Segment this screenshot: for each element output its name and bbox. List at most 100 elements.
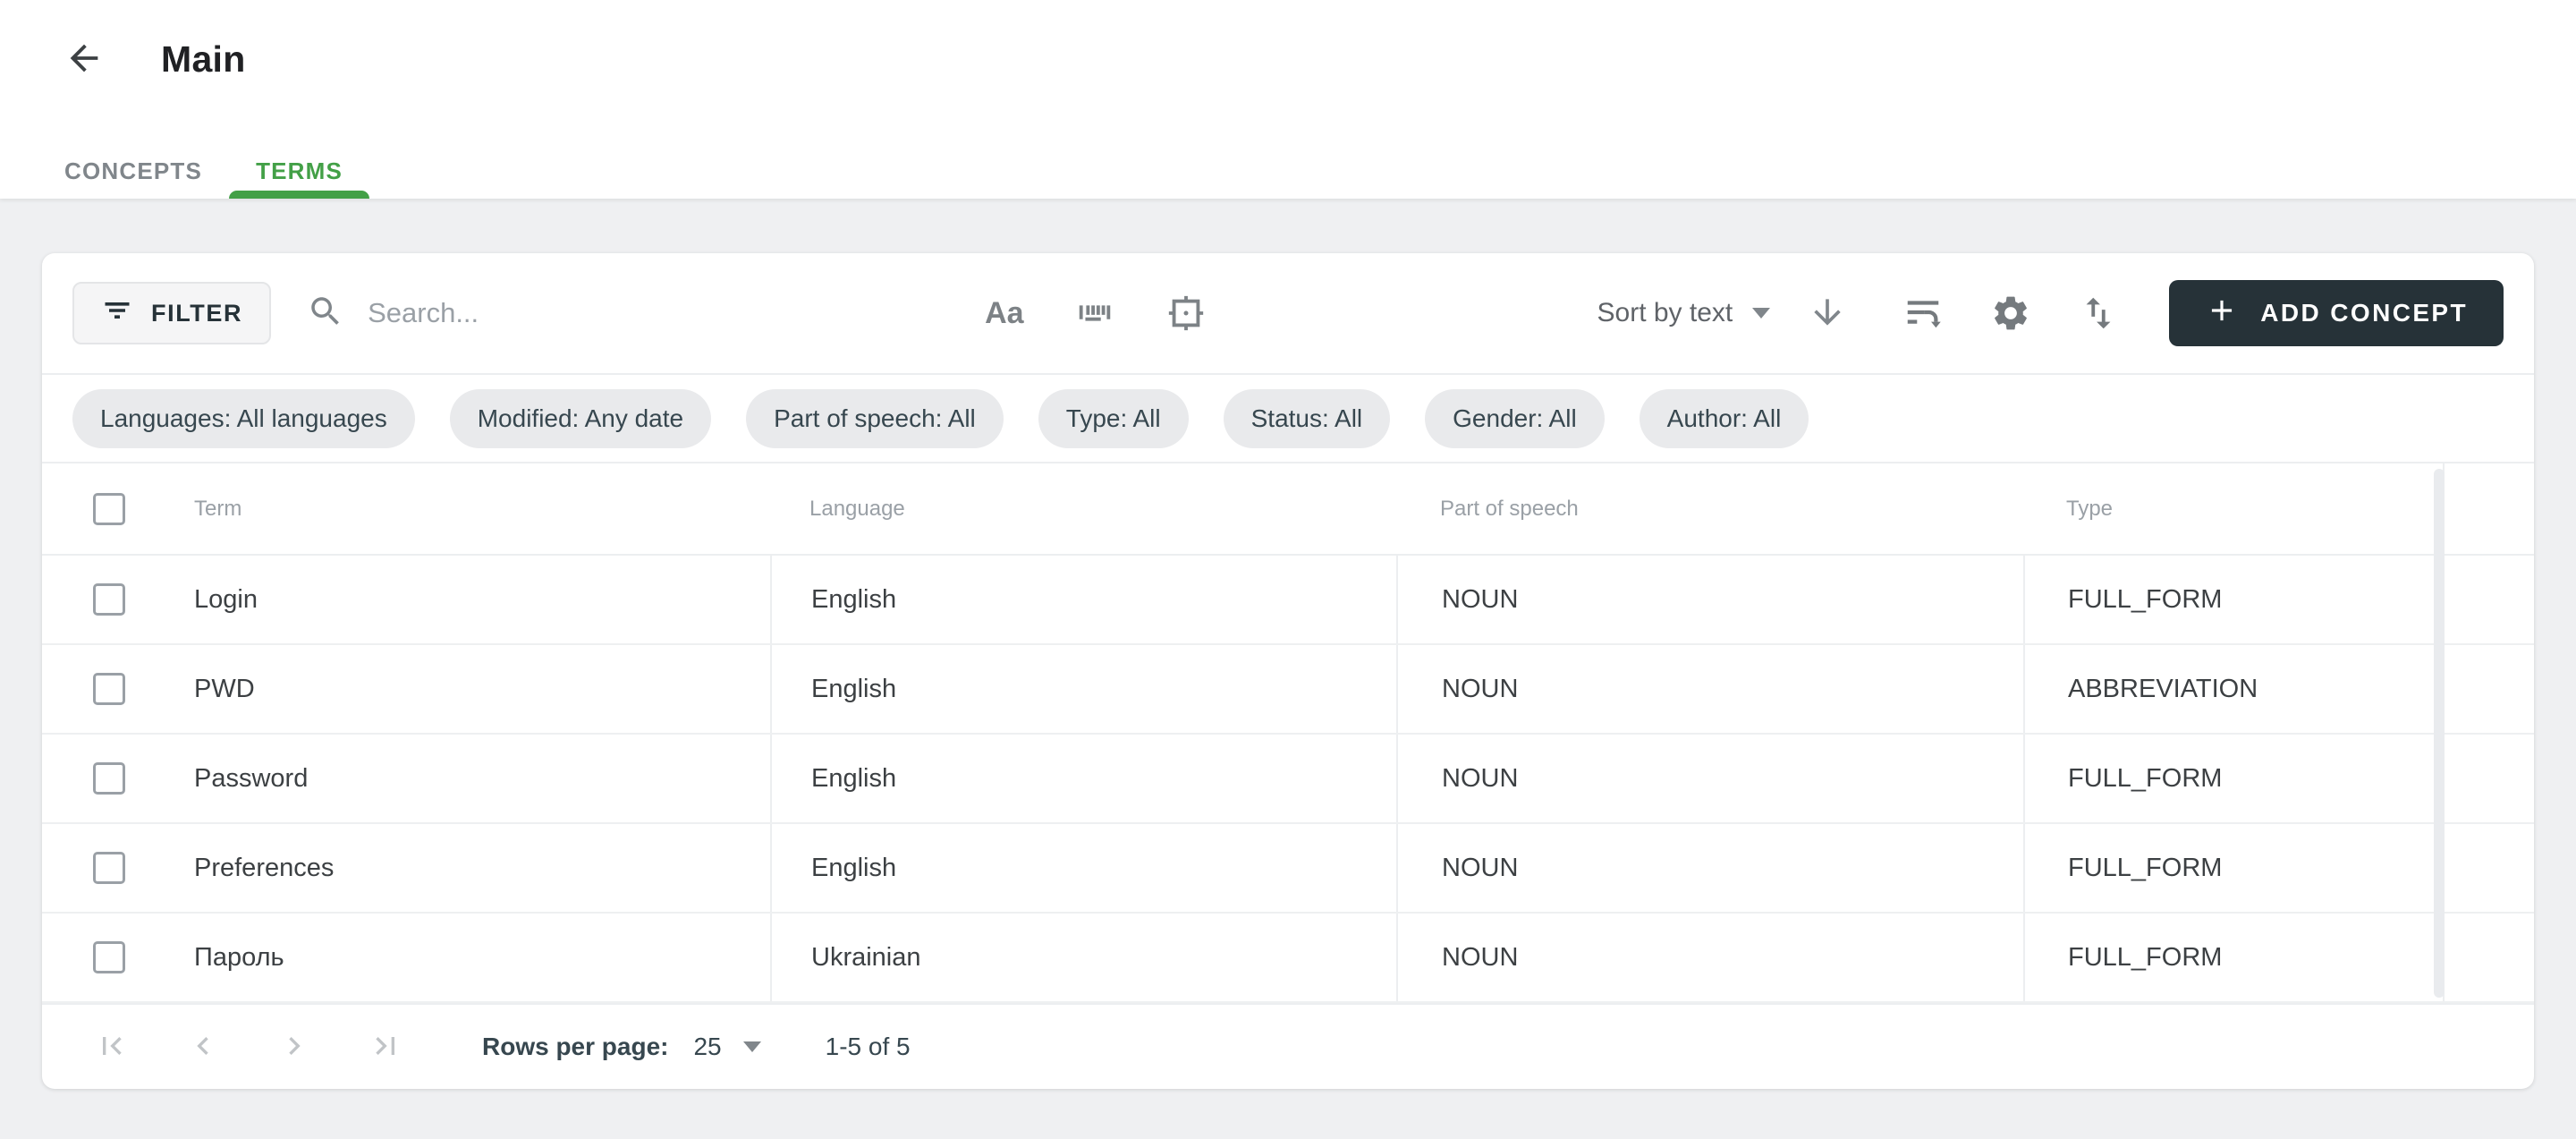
search-box bbox=[307, 293, 985, 335]
table-row[interactable]: PWD English NOUN ABBREVIATION bbox=[42, 645, 2534, 735]
cell-language: Ukrainian bbox=[811, 943, 921, 973]
sort-direction-button[interactable] bbox=[1808, 293, 1847, 335]
cell-language: English bbox=[811, 854, 896, 883]
column-header-type: Type bbox=[2066, 497, 2113, 522]
tab-terms[interactable]: TERMS bbox=[229, 143, 369, 199]
cell-part-of-speech: NOUN bbox=[1442, 943, 1518, 973]
cell-type: FULL_FORM bbox=[2068, 585, 2222, 615]
chip-author[interactable]: Author: All bbox=[1640, 389, 1809, 448]
tab-terms-label: TERMS bbox=[256, 157, 343, 185]
page-title: Main bbox=[161, 38, 246, 81]
cell-part-of-speech: NOUN bbox=[1442, 585, 1518, 615]
active-tab-indicator bbox=[229, 191, 369, 199]
table-row[interactable]: Пароль Ukrainian NOUN FULL_FORM bbox=[42, 914, 2534, 1003]
first-page-button[interactable] bbox=[94, 1028, 130, 1067]
rows-per-page-label: Rows per page: bbox=[482, 1033, 668, 1061]
filter-list-icon bbox=[101, 294, 133, 333]
add-concept-label: ADD CONCEPT bbox=[2260, 299, 2468, 327]
header-cell-language: Language bbox=[770, 463, 1396, 554]
table-row[interactable]: Password English NOUN FULL_FORM bbox=[42, 735, 2534, 824]
cell-part-of-speech: NOUN bbox=[1442, 764, 1518, 794]
previous-page-button[interactable] bbox=[185, 1028, 221, 1067]
cell-language: English bbox=[811, 675, 896, 704]
header-cell-part-of-speech: Part of speech bbox=[1396, 463, 2023, 554]
column-header-part-of-speech: Part of speech bbox=[1440, 497, 1579, 522]
cell-language: English bbox=[811, 585, 896, 615]
cell-term: Preferences bbox=[194, 854, 334, 883]
rows-per-page-value[interactable]: 25 bbox=[693, 1033, 721, 1061]
filter-chips-row: Languages: All languages Modified: Any d… bbox=[42, 373, 2534, 463]
cell-language: English bbox=[811, 764, 896, 794]
cell-type: FULL_FORM bbox=[2068, 764, 2222, 794]
filter-button-label: FILTER bbox=[151, 300, 242, 327]
content: FILTER Aa bbox=[0, 199, 2576, 1089]
chip-gender[interactable]: Gender: All bbox=[1425, 389, 1605, 448]
cell-term: PWD bbox=[194, 675, 255, 704]
cell-term: Login bbox=[194, 585, 258, 615]
table-row[interactable]: Login English NOUN FULL_FORM bbox=[42, 556, 2534, 645]
arrow-back-icon bbox=[64, 38, 105, 81]
cell-part-of-speech: NOUN bbox=[1442, 675, 1518, 704]
add-concept-button[interactable]: ADD CONCEPT bbox=[2169, 280, 2504, 346]
cell-type: FULL_FORM bbox=[2068, 943, 2222, 973]
sort-label: Sort by text bbox=[1597, 298, 1733, 328]
match-case-icon[interactable]: Aa bbox=[985, 296, 1023, 331]
rows-per-page-caret-icon[interactable] bbox=[743, 1041, 761, 1052]
chip-languages[interactable]: Languages: All languages bbox=[72, 389, 415, 448]
header-cell-gutter bbox=[2443, 463, 2534, 554]
cell-term: Пароль bbox=[194, 943, 284, 973]
chevron-down-icon bbox=[1752, 308, 1770, 319]
pagination-bar: Rows per page: 25 1-5 of 5 bbox=[42, 1003, 2534, 1089]
header-cell-type: Type bbox=[2023, 463, 2443, 554]
chip-status[interactable]: Status: All bbox=[1224, 389, 1391, 448]
search-input[interactable] bbox=[368, 297, 985, 329]
last-page-button[interactable] bbox=[368, 1028, 403, 1067]
wrap-text-icon[interactable] bbox=[1902, 293, 1944, 334]
toolbar-actions bbox=[1902, 293, 2119, 334]
import-export-icon[interactable] bbox=[2078, 293, 2119, 334]
row-checkbox[interactable] bbox=[93, 583, 125, 616]
row-checkbox[interactable] bbox=[93, 941, 125, 973]
chip-type[interactable]: Type: All bbox=[1038, 389, 1189, 448]
select-all-checkbox[interactable] bbox=[93, 493, 125, 525]
back-button[interactable] bbox=[59, 34, 109, 84]
title-row: Main bbox=[0, 0, 2576, 84]
chevron-right-icon bbox=[276, 1028, 312, 1067]
table-row[interactable]: Preferences English NOUN FULL_FORM bbox=[42, 824, 2534, 914]
first-page-icon bbox=[94, 1028, 130, 1067]
cell-type: ABBREVIATION bbox=[2068, 675, 2258, 704]
arrow-downward-icon bbox=[1808, 293, 1847, 335]
toolbar: FILTER Aa bbox=[42, 253, 2534, 373]
vertical-scrollbar[interactable] bbox=[2434, 469, 2445, 998]
plus-icon bbox=[2205, 293, 2239, 334]
table-header-row: Term Language Part of speech Type bbox=[42, 463, 2534, 556]
chip-modified[interactable]: Modified: Any date bbox=[450, 389, 711, 448]
header-cell-term: Term bbox=[42, 463, 770, 554]
terms-card: FILTER Aa bbox=[42, 253, 2534, 1089]
search-options: Aa bbox=[985, 293, 1206, 334]
sort-select[interactable]: Sort by text bbox=[1597, 298, 1771, 328]
pagination-range: 1-5 of 5 bbox=[826, 1033, 911, 1061]
pager-buttons bbox=[42, 1028, 403, 1067]
app-header: Main CONCEPTS TERMS bbox=[0, 0, 2576, 199]
cell-part-of-speech: NOUN bbox=[1442, 854, 1518, 883]
chip-part-of-speech[interactable]: Part of speech: All bbox=[746, 389, 1004, 448]
row-checkbox[interactable] bbox=[93, 762, 125, 795]
tab-concepts[interactable]: CONCEPTS bbox=[38, 143, 229, 199]
row-checkbox[interactable] bbox=[93, 852, 125, 884]
row-checkbox[interactable] bbox=[93, 673, 125, 705]
column-header-term: Term bbox=[194, 497, 242, 522]
tabs: CONCEPTS TERMS bbox=[38, 143, 369, 199]
focus-frame-icon[interactable] bbox=[1165, 293, 1207, 334]
cell-type: FULL_FORM bbox=[2068, 854, 2222, 883]
chevron-left-icon bbox=[185, 1028, 221, 1067]
cell-term: Password bbox=[194, 764, 308, 794]
barcode-icon[interactable] bbox=[1074, 293, 1115, 334]
tab-concepts-label: CONCEPTS bbox=[64, 157, 202, 185]
terms-table: Term Language Part of speech Type Login bbox=[42, 463, 2534, 1003]
filter-button[interactable]: FILTER bbox=[72, 282, 271, 344]
column-header-language: Language bbox=[809, 497, 905, 522]
search-icon bbox=[307, 293, 344, 335]
next-page-button[interactable] bbox=[276, 1028, 312, 1067]
gear-icon[interactable] bbox=[1990, 293, 2031, 334]
